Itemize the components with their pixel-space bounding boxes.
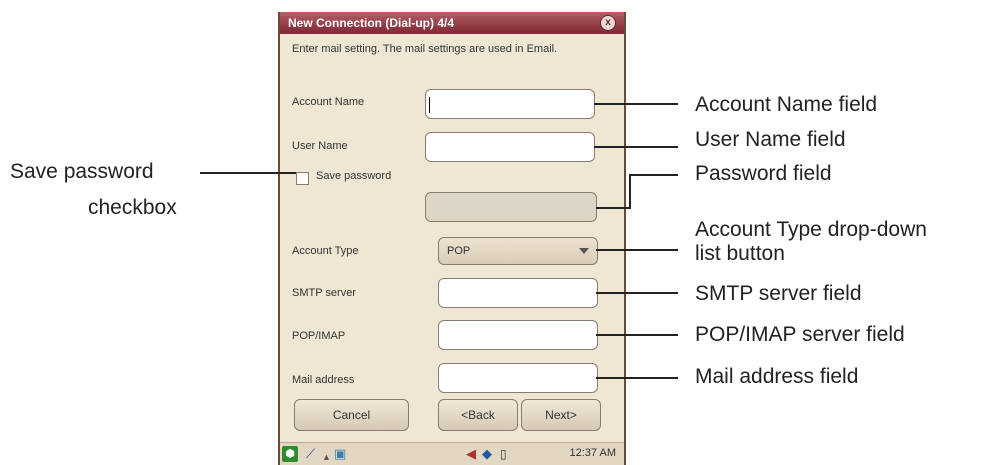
callout-account-type-1: Account Type drop-down — [695, 218, 927, 241]
callout-save-password-2: checkbox — [88, 196, 177, 219]
user-name-label: User Name — [292, 140, 348, 152]
network-icon[interactable]: ◆ — [482, 446, 492, 462]
callout-line-account-name — [594, 103, 678, 105]
device-screen: New Connection (Dial-up) 4/4 x Enter mai… — [278, 12, 626, 465]
dialog-titlebar: New Connection (Dial-up) 4/4 x — [280, 12, 624, 34]
smtp-server-label: SMTP server — [292, 287, 356, 299]
account-name-label: Account Name — [292, 96, 365, 108]
speaker-icon[interactable]: ◀ — [466, 446, 476, 462]
callout-save-password-1: Save password — [10, 160, 154, 183]
next-button[interactable]: Next> — [521, 399, 601, 431]
callout-mail: Mail address field — [695, 365, 859, 388]
battery-icon[interactable]: ▯ — [500, 446, 507, 462]
password-field[interactable] — [425, 192, 597, 222]
cancel-button[interactable]: Cancel — [294, 399, 409, 431]
callout-pop-imap: POP/IMAP server field — [695, 323, 905, 346]
account-type-label: Account Type — [292, 245, 359, 257]
callout-smtp: SMTP server field — [695, 282, 862, 305]
dialog-title: New Connection (Dial-up) 4/4 — [288, 16, 455, 30]
save-password-checkbox[interactable] — [296, 172, 309, 185]
callout-line-smtp — [596, 292, 678, 294]
arrow-icon: ▲ — [322, 452, 331, 462]
callout-line-save-password — [200, 172, 296, 174]
callout-line-account-type — [596, 249, 678, 251]
smtp-server-field[interactable] — [438, 278, 598, 308]
account-type-value: POP — [447, 245, 471, 257]
callout-account-type-2: list button — [695, 242, 785, 265]
callout-password: Password field — [695, 162, 832, 185]
callout-line-password-a — [596, 207, 630, 209]
callout-account-name: Account Name field — [695, 93, 878, 116]
callout-line-pop — [596, 334, 678, 336]
start-icon[interactable]: ⬢ — [282, 446, 298, 462]
save-password-label: Save password — [316, 170, 392, 182]
status-bar: ⬢ ⟋ ▲ ▣ ◀ ◆ ▯ 12:37 AM — [280, 442, 624, 465]
callout-line-mail — [596, 377, 678, 379]
text-caret — [429, 97, 430, 113]
folder-icon[interactable]: ▣ — [334, 446, 346, 462]
callout-line-user-name — [594, 146, 678, 148]
intro-text: Enter mail setting. The mail settings ar… — [292, 43, 558, 55]
callout-line-password-c — [629, 174, 678, 176]
pop-imap-field[interactable] — [438, 320, 598, 350]
clock: 12:37 AM — [569, 447, 616, 459]
pop-imap-label: POP/IMAP — [292, 330, 346, 342]
signal-icon[interactable]: ⟋ — [306, 446, 315, 462]
callout-user-name: User Name field — [695, 128, 846, 151]
account-type-dropdown[interactable]: POP — [438, 237, 598, 265]
close-icon[interactable]: x — [600, 15, 616, 31]
user-name-field[interactable] — [425, 132, 595, 162]
mail-address-label: Mail address — [292, 374, 355, 386]
callout-line-password-b — [629, 174, 631, 209]
chevron-down-icon — [579, 248, 589, 254]
mail-address-field[interactable] — [438, 363, 598, 393]
back-button[interactable]: <Back — [438, 399, 518, 431]
account-name-field[interactable] — [425, 89, 595, 119]
